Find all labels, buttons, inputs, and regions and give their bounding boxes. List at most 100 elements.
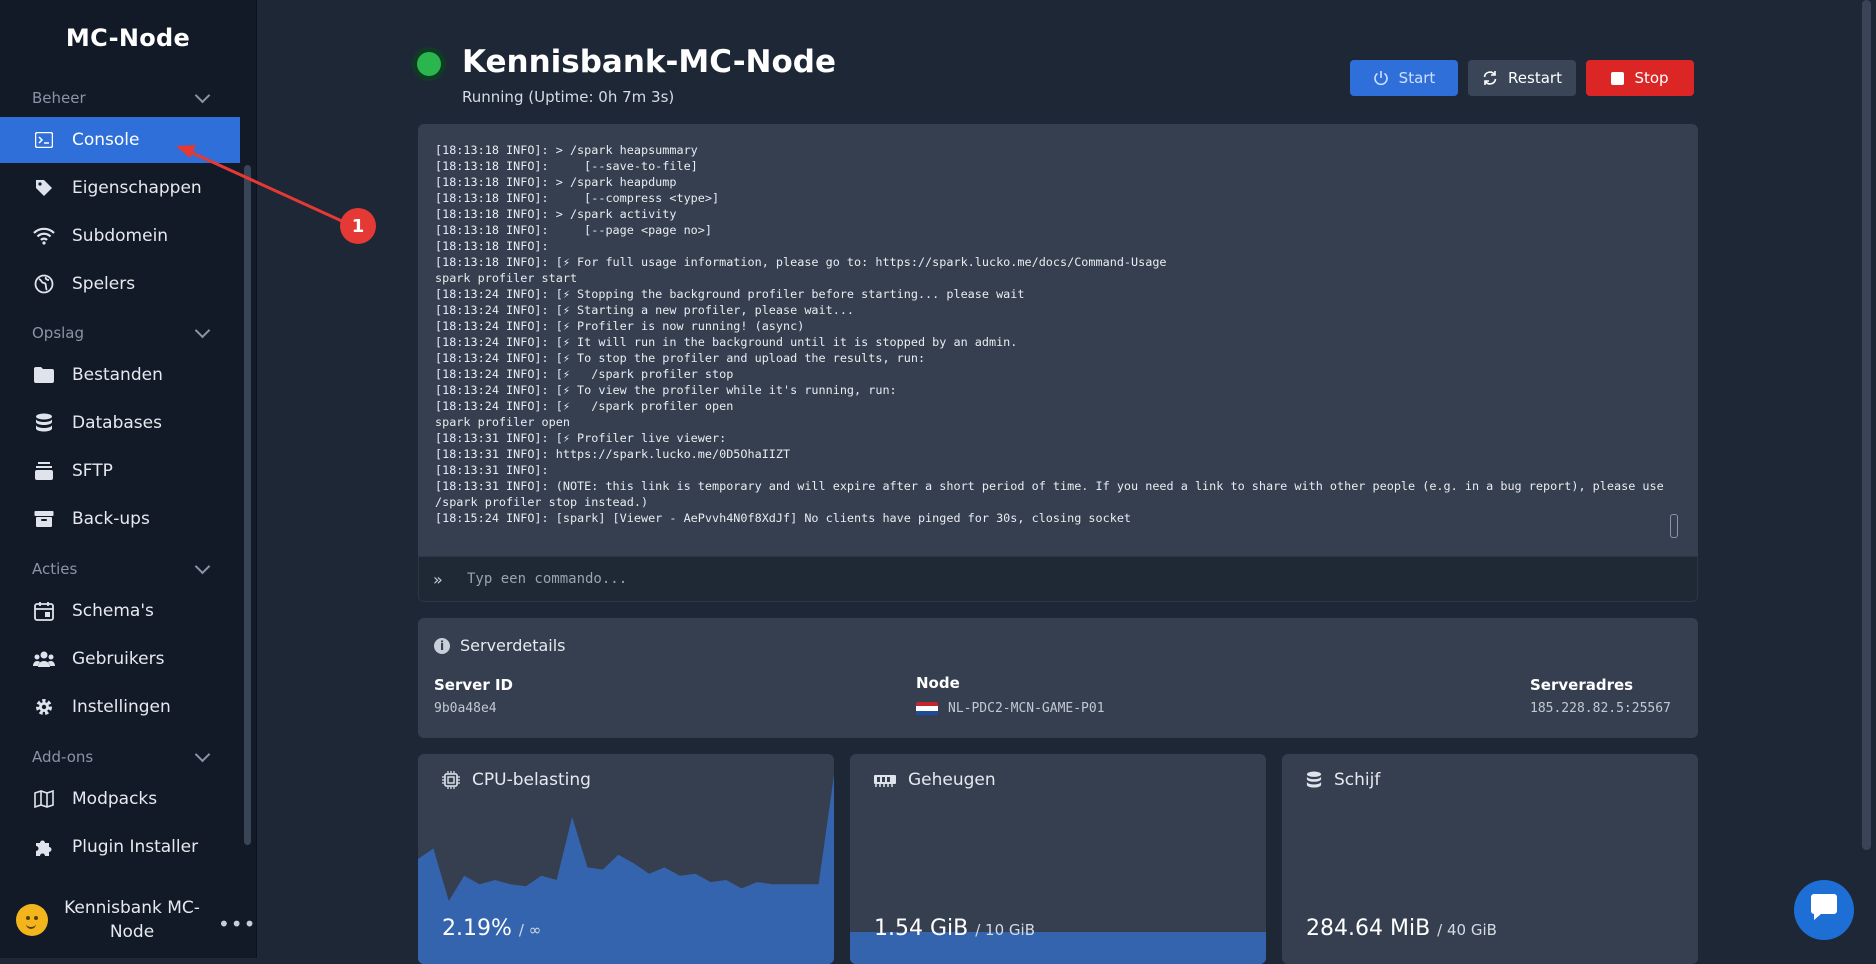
console-line: [18:13:24 INFO]: [⚡ To stop the profiler… — [435, 351, 926, 365]
console-line: [18:13:31 INFO]: [⚡ Profiler live viewer… — [435, 431, 727, 445]
start-label: Start — [1398, 69, 1436, 87]
stop-button[interactable]: Stop — [1586, 60, 1694, 96]
server-address-value[interactable]: 185.228.82.5:25567 — [1530, 701, 1671, 716]
console-line: [18:13:18 INFO]: [⚡ For full usage infor… — [435, 255, 1167, 269]
console-line: [18:13:31 INFO]: (NOTE: this link is tem… — [435, 479, 1671, 509]
wifi-icon — [32, 225, 56, 247]
cpu-header: CPU-belasting — [442, 770, 591, 790]
disk-label: Schijf — [1334, 770, 1381, 790]
sidebar-scrollbar[interactable] — [244, 165, 251, 845]
sidebar-item-label: Eigenschappen — [72, 178, 202, 198]
calendar-icon — [32, 600, 56, 622]
section-label: Beheer — [32, 89, 86, 107]
page-scrollbar[interactable] — [1862, 0, 1871, 850]
memory-value: 1.54 GiB / 10 GiB — [874, 916, 1035, 941]
command-input[interactable] — [465, 570, 1569, 588]
server-status: Running (Uptime: 0h 7m 3s) — [462, 88, 675, 106]
sidebar-item-gebruikers[interactable]: Gebruikers — [0, 636, 240, 682]
console-scrollbar[interactable] — [1670, 514, 1678, 538]
memory-label: Geheugen — [908, 770, 996, 790]
more-icon[interactable]: ••• — [218, 912, 256, 936]
memory-header: Geheugen — [874, 770, 996, 790]
sidebar-item-eigenschappen[interactable]: Eigenschappen — [0, 165, 240, 211]
sidebar-item-backups[interactable]: Back-ups — [0, 496, 240, 542]
refresh-icon — [1482, 70, 1498, 86]
terminal-icon — [32, 129, 56, 151]
user-menu[interactable]: Kennisbank MC-Node ••• — [0, 890, 256, 950]
memory-value-number: 1.54 GiB — [874, 916, 969, 941]
chevrons-right-icon: » — [433, 569, 443, 589]
start-button[interactable]: Start — [1350, 60, 1458, 96]
section-acties[interactable]: Acties — [32, 558, 212, 580]
sidebar-item-databases[interactable]: Databases — [0, 400, 240, 446]
info-icon: i — [434, 637, 450, 654]
server-id-label: Server ID — [434, 676, 513, 694]
cpu-card: CPU-belasting 2.19% / ∞ — [418, 754, 834, 964]
sidebar-item-console[interactable]: Console — [0, 117, 240, 163]
console-line: [18:13:18 INFO]: [--save-to-file] — [435, 159, 698, 173]
sidebar-item-bestanden[interactable]: Bestanden — [0, 352, 240, 398]
sidebar-item-sftp[interactable]: SFTP — [0, 448, 240, 494]
sidebar-item-label: Gebruikers — [72, 649, 165, 669]
console-line: [18:13:18 INFO]: > /spark activity — [435, 207, 677, 221]
section-label: Acties — [32, 560, 78, 578]
chevron-down-icon — [194, 322, 211, 339]
sidebar-item-label: Schema's — [72, 601, 154, 621]
chat-button[interactable] — [1794, 880, 1854, 940]
user-name: Kennisbank MC-Node — [64, 898, 200, 942]
console-line: [18:13:31 INFO]: https://spark.lucko.me/… — [435, 447, 791, 461]
memory-card: Geheugen 1.54 GiB / 10 GiB — [850, 754, 1266, 964]
memory-icon — [874, 772, 896, 788]
sidebar-item-instellingen[interactable]: Instellingen — [0, 684, 240, 730]
globe-icon — [32, 273, 56, 295]
console-line: [18:13:24 INFO]: [⚡ It will run in the b… — [435, 335, 1018, 349]
console-line: [18:13:24 INFO]: [⚡ /spark profiler stop — [435, 367, 734, 381]
cpu-limit: / ∞ — [518, 921, 542, 939]
console-line: [18:13:24 INFO]: [⚡ /spark profiler open — [435, 399, 734, 413]
sidebar-item-label: Console — [72, 130, 140, 150]
sidebar-item-subdomein[interactable]: Subdomein — [0, 213, 240, 259]
section-label: Opslag — [32, 324, 85, 342]
stack-icon — [32, 460, 56, 482]
command-bar: » — [418, 556, 1698, 602]
sidebar-item-modpacks[interactable]: Modpacks — [0, 776, 240, 822]
sidebar-item-plugin-installer[interactable]: Plugin Installer — [0, 824, 240, 870]
sidebar-item-schemas[interactable]: Schema's — [0, 588, 240, 634]
status-indicator — [412, 47, 446, 81]
console-line: [18:13:24 INFO]: [⚡ Stopping the backgro… — [435, 287, 1025, 301]
console-line: spark profiler open — [435, 415, 570, 429]
section-label: Add-ons — [32, 748, 94, 766]
server-address-label: Serveradres — [1530, 676, 1634, 694]
console-line: [18:13:18 INFO]: [--compress <type>] — [435, 191, 720, 205]
server-id-value: 9b0a48e4 — [434, 701, 497, 716]
details-header: i Serverdetails — [434, 636, 566, 655]
disk-header: Schijf — [1306, 770, 1380, 790]
cpu-value: 2.19% / ∞ — [442, 916, 541, 941]
section-opslag[interactable]: Opslag — [32, 322, 212, 344]
sidebar-item-label: Plugin Installer — [72, 837, 199, 857]
sidebar-item-label: Modpacks — [72, 789, 158, 809]
power-icon — [1373, 70, 1389, 86]
sidebar: MC-Node Beheer Console Eigenschappen Sub… — [0, 0, 257, 958]
chevron-down-icon — [194, 87, 211, 104]
console-line: [18:13:18 INFO]: — [435, 239, 549, 253]
sidebar-item-label: Databases — [72, 413, 162, 433]
stop-label: Stop — [1634, 69, 1669, 87]
status-dot-icon — [417, 52, 441, 76]
section-addons[interactable]: Add-ons — [32, 746, 212, 768]
disk-value: 284.64 MiB / 40 GiB — [1306, 916, 1497, 941]
users-icon — [32, 648, 56, 670]
console-line: [18:13:18 INFO]: > /spark heapdump — [435, 175, 677, 189]
restart-button[interactable]: Restart — [1468, 60, 1576, 96]
section-beheer[interactable]: Beheer — [32, 87, 212, 109]
details-title: Serverdetails — [460, 636, 566, 655]
console-line: [18:13:24 INFO]: [⚡ Starting a new profi… — [435, 303, 855, 317]
sidebar-item-label: Subdomein — [72, 226, 169, 246]
console-output[interactable]: [18:13:18 INFO]: > /spark heapsummary [18… — [418, 124, 1698, 556]
sidebar-item-label: Back-ups — [72, 509, 150, 529]
cpu-icon — [442, 771, 460, 789]
sidebar-item-spelers[interactable]: Spelers — [0, 261, 240, 307]
server-details-panel: i Serverdetails Server ID 9b0a48e4 Node … — [418, 618, 1698, 738]
gear-icon — [32, 696, 56, 718]
console-line: [18:15:24 INFO]: [spark] [Viewer - AePvv… — [435, 511, 1132, 525]
